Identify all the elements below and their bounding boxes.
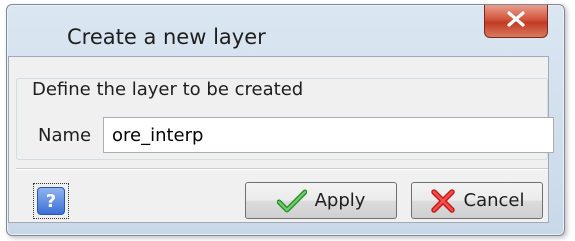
green-check-icon xyxy=(276,189,307,213)
apply-label: Apply xyxy=(314,190,366,211)
apply-button[interactable]: Apply xyxy=(245,182,397,219)
red-x-icon xyxy=(430,188,456,213)
name-label: Name xyxy=(38,125,92,146)
button-row-separator xyxy=(16,168,548,170)
close-x-icon xyxy=(506,11,526,31)
help-question-icon: ? xyxy=(37,187,65,215)
cancel-label: Cancel xyxy=(463,190,525,211)
cancel-button[interactable]: Cancel xyxy=(411,182,543,219)
layer-name-input[interactable] xyxy=(103,117,554,153)
groupbox-label: Define the layer to be created xyxy=(28,79,308,100)
help-button[interactable]: ? xyxy=(33,183,69,219)
dialog-title: Create a new layer xyxy=(67,25,266,49)
close-button[interactable] xyxy=(484,5,548,38)
